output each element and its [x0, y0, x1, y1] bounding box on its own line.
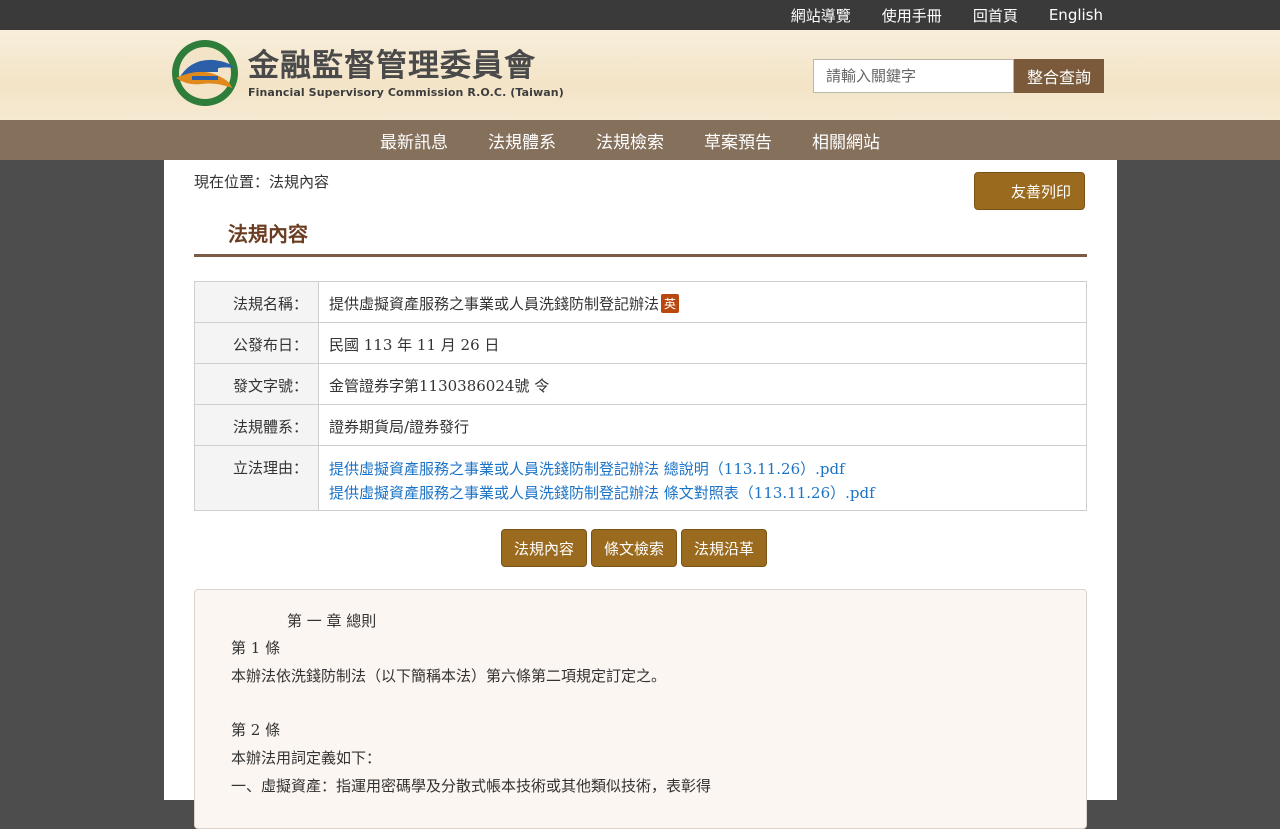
- main-content: 現在位置：法規內容 友善列印 法規內容 法規名稱： 提供虛擬資產服務之事業或人員…: [164, 160, 1117, 829]
- title-divider: [194, 254, 1087, 257]
- system-value: 證券期貨局/證券發行: [318, 404, 1087, 446]
- name-label: 法規名稱：: [194, 281, 319, 323]
- page-title: 法規內容: [228, 222, 308, 246]
- table-row: 發文字號： 金管證券字第1130386024號 令: [194, 363, 1087, 405]
- docno-value: 金管證券字第1130386024號 令: [318, 363, 1087, 405]
- date-label: 公發布日：: [194, 322, 319, 364]
- article-1-number[interactable]: 第 1 條: [231, 637, 1050, 659]
- search-input[interactable]: [813, 59, 1014, 93]
- logo-title-en: Financial Supervisory Commission R.O.C. …: [248, 85, 564, 99]
- nav-item-news[interactable]: 最新訊息: [380, 128, 448, 153]
- article-comparison-pdf-link[interactable]: 提供虛擬資產服務之事業或人員洗錢防制登記辦法 條文對照表（113.11.26）.…: [329, 484, 875, 502]
- search-button[interactable]: 整合查詢: [1014, 59, 1104, 93]
- english-link[interactable]: English: [1049, 6, 1103, 24]
- table-row: 法規體系： 證券期貨局/證券發行: [194, 404, 1087, 446]
- content-tabs: 法規內容 條文檢索 法規沿革: [501, 529, 768, 567]
- reason-links-cell: 提供虛擬資產服務之事業或人員洗錢防制登記辦法 總說明（113.11.26）.pd…: [318, 445, 1087, 511]
- article-1-text: 本辦法依洗錢防制法（以下簡稱本法）第六條第二項規定訂定之。: [231, 667, 667, 685]
- article-2-item-1: 一、虛擬資產：指運用密碼學及分散式帳本技術或其他類似技術，表彰得: [231, 777, 712, 795]
- regulation-text-panel: 第 一 章 總則 第 1 條 本辦法依洗錢防制法（以下簡稱本法）第六條第二項規定…: [194, 589, 1087, 829]
- table-row: 公發布日： 民國 113 年 11 月 26 日: [194, 322, 1087, 364]
- site-logo[interactable]: 金融監督管理委員會 Financial Supervisory Commissi…: [170, 38, 564, 108]
- english-version-badge[interactable]: 英: [661, 294, 680, 313]
- nav-item-related-sites[interactable]: 相關網站: [812, 128, 880, 153]
- top-utility-bar: 網站導覽 使用手冊 回首頁 English: [0, 0, 1280, 30]
- sitemap-link[interactable]: 網站導覽: [791, 5, 851, 26]
- date-value: 民國 113 年 11 月 26 日: [318, 322, 1087, 364]
- tab-regulation-history[interactable]: 法規沿革: [681, 529, 768, 567]
- tab-regulation-content[interactable]: 法規內容: [501, 529, 588, 567]
- search-form: 整合查詢: [813, 59, 1104, 93]
- regulation-name: 提供虛擬資產服務之事業或人員洗錢防制登記辦法: [329, 295, 660, 313]
- site-header: 金融監督管理委員會 Financial Supervisory Commissi…: [0, 30, 1280, 120]
- chapter-heading: 第 一 章 總則: [287, 612, 377, 630]
- regulation-info-table: 法規名稱： 提供虛擬資產服務之事業或人員洗錢防制登記辦法英 公發布日： 民國 1…: [194, 281, 1087, 511]
- tab-article-search[interactable]: 條文檢索: [591, 529, 678, 567]
- nav-item-draft-notice[interactable]: 草案預告: [704, 128, 772, 153]
- main-nav: 最新訊息 法規體系 法規檢索 草案預告 相關網站: [0, 120, 1280, 160]
- nav-item-regulation-system[interactable]: 法規體系: [488, 128, 556, 153]
- home-link[interactable]: 回首頁: [973, 5, 1018, 26]
- friendly-print-button[interactable]: 友善列印: [974, 172, 1085, 210]
- fsc-logo-icon: [172, 40, 238, 106]
- table-row: 法規名稱： 提供虛擬資產服務之事業或人員洗錢防制登記辦法英: [194, 281, 1087, 323]
- user-manual-link[interactable]: 使用手冊: [882, 5, 942, 26]
- breadcrumb: 現在位置：法規內容: [194, 173, 330, 191]
- reason-label: 立法理由：: [194, 445, 319, 511]
- article-2-text: 本辦法用詞定義如下：: [231, 749, 382, 767]
- logo-title-zh: 金融監督管理委員會: [248, 47, 536, 84]
- table-row: 立法理由： 提供虛擬資產服務之事業或人員洗錢防制登記辦法 總說明（113.11.…: [194, 445, 1087, 511]
- name-value-cell: 提供虛擬資產服務之事業或人員洗錢防制登記辦法英: [318, 281, 1087, 323]
- nav-item-regulation-search[interactable]: 法規檢索: [596, 128, 664, 153]
- docno-label: 發文字號：: [194, 363, 319, 405]
- general-explanation-pdf-link[interactable]: 提供虛擬資產服務之事業或人員洗錢防制登記辦法 總說明（113.11.26）.pd…: [329, 460, 845, 478]
- article-2-number[interactable]: 第 2 條: [231, 719, 1050, 741]
- system-label: 法規體系：: [194, 404, 319, 446]
